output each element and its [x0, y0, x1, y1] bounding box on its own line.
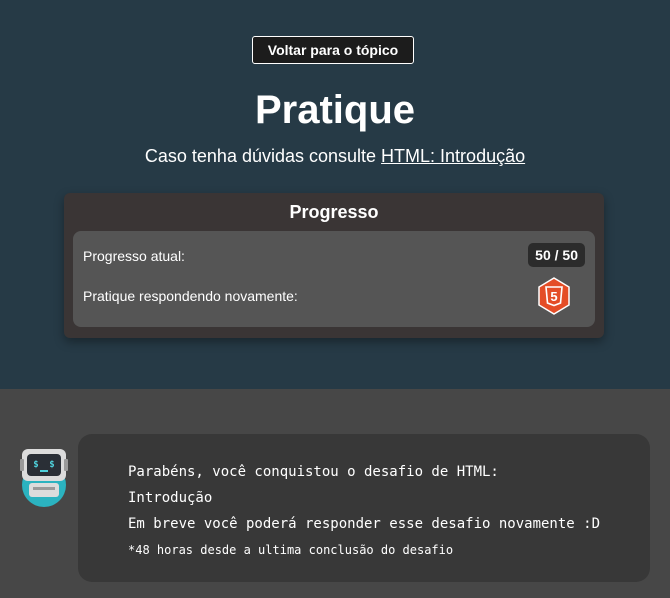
page-subtitle: Caso tenha dúvidas consulte HTML: Introd… [0, 144, 670, 168]
progress-details: Progresso atual: 50 / 50 Pratique respon… [73, 231, 595, 327]
robot-icon: $ $ [16, 445, 72, 507]
retry-label: Pratique respondendo novamente: [83, 288, 298, 304]
topic-link[interactable]: HTML: Introdução [381, 146, 525, 166]
back-to-topic-button[interactable]: Voltar para o tópico [252, 36, 414, 64]
current-progress-label: Progresso atual: [83, 248, 185, 264]
header-section: Voltar para o tópico Pratique Caso tenha… [0, 0, 670, 389]
svg-text:$: $ [33, 460, 38, 470]
progress-count-badge: 50 / 50 [528, 243, 585, 267]
message-line: Em breve você poderá responder esse desa… [128, 516, 601, 532]
message-line: Introdução [128, 490, 213, 506]
subtitle-text: Caso tenha dúvidas consulte [144, 146, 382, 166]
progress-card: Progresso Progresso atual: 50 / 50 Prati… [64, 193, 604, 338]
message-text: Parabéns, você conquistou o desafio de H… [128, 459, 628, 563]
result-message: Parabéns, você conquistou o desafio de H… [78, 434, 650, 582]
html5-badge-text: 5 [550, 289, 557, 304]
html5-icon[interactable]: 5 [535, 277, 573, 315]
page-title: Pratique [254, 88, 416, 132]
message-line: Parabéns, você conquistou o desafio de H… [128, 464, 499, 480]
message-note: *48 horas desde a ultima conclusão do de… [128, 543, 454, 557]
progress-title: Progresso [289, 202, 379, 222]
svg-text:$: $ [49, 460, 54, 470]
